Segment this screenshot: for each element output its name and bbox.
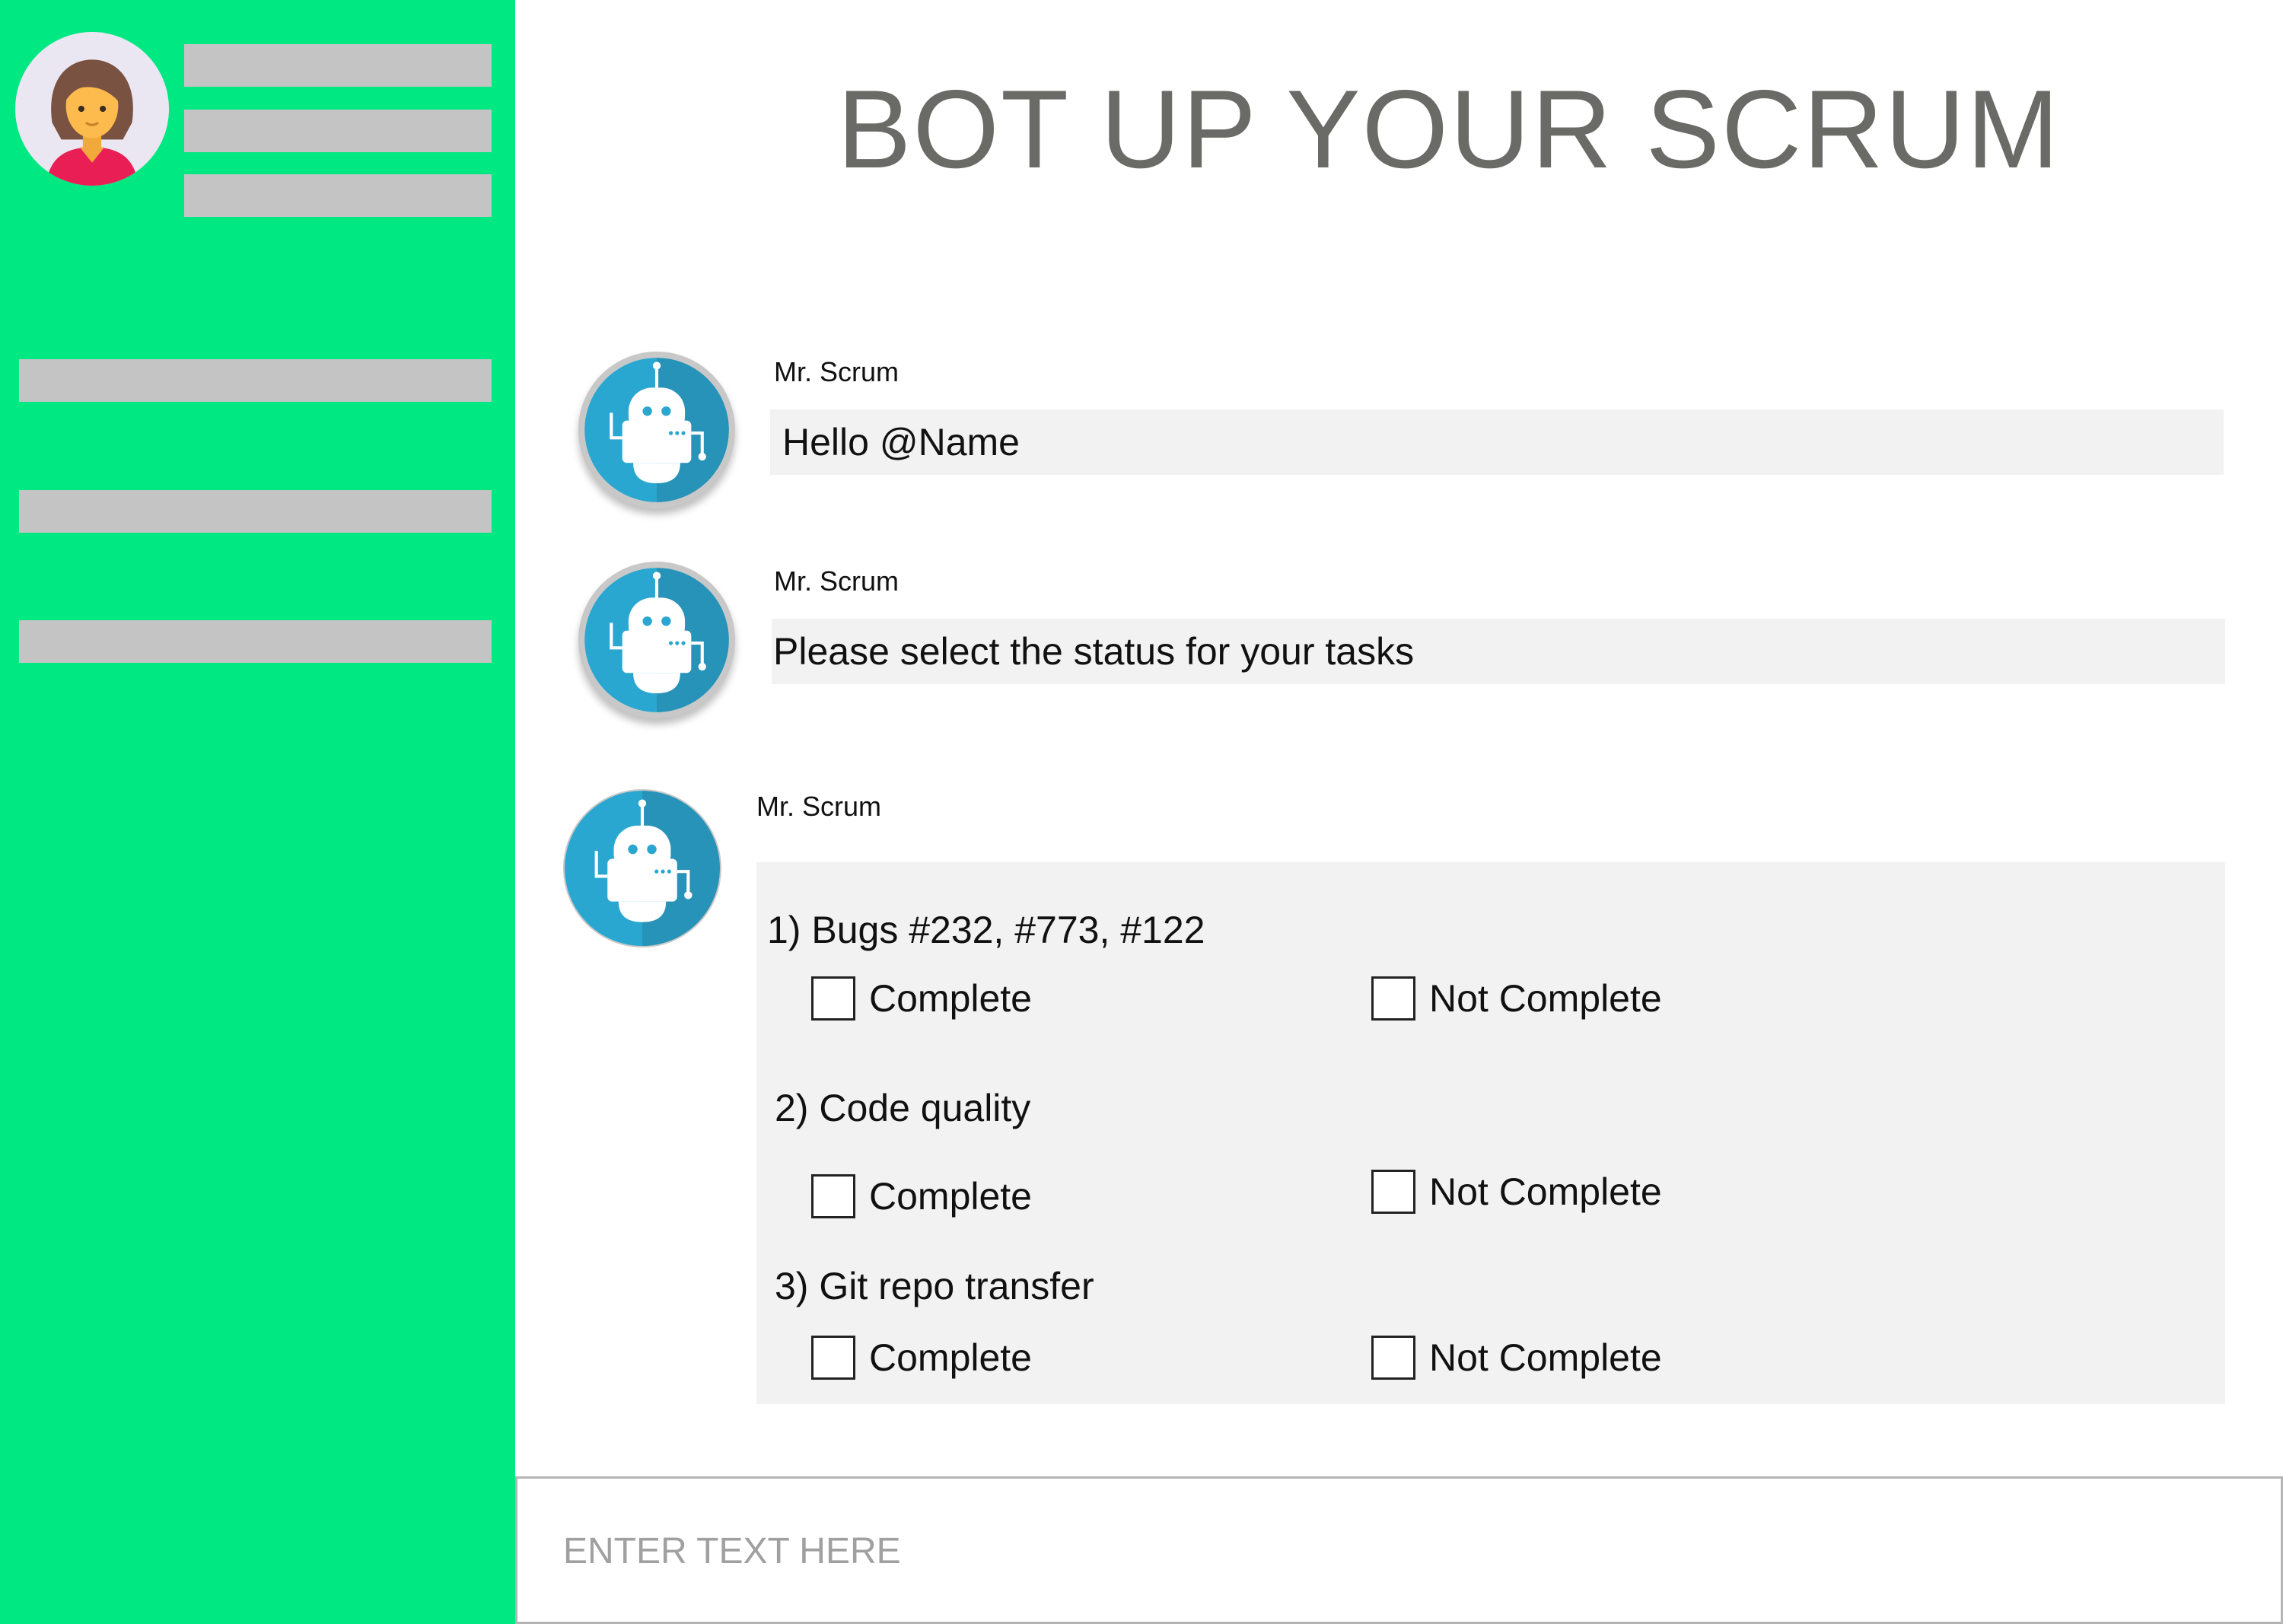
message-sender: Mr. Scrum (774, 565, 900, 597)
profile-placeholder-line (184, 44, 492, 87)
task-3-complete-option[interactable]: Complete (811, 1336, 1032, 1380)
robot-icon (563, 789, 721, 947)
checkbox[interactable] (811, 976, 855, 1021)
sidebar (0, 0, 515, 1624)
option-label: Not Complete (1429, 1170, 1662, 1213)
task-2-not-complete-option[interactable]: Not Complete (1371, 1170, 1662, 1214)
task-status-card: 1) Bugs #232, #773, #122 Complete Not Co… (756, 862, 2225, 1404)
task-2-complete-option[interactable]: Complete (811, 1174, 1032, 1218)
checkbox[interactable] (811, 1336, 855, 1380)
option-label: Complete (869, 1175, 1032, 1218)
profile-placeholder-line (184, 110, 492, 152)
woman-avatar-icon[interactable] (15, 32, 169, 186)
checkbox[interactable] (1371, 976, 1415, 1021)
robot-icon (578, 562, 735, 718)
checkbox[interactable] (1371, 1170, 1415, 1214)
page-title: BOT UP YOUR SCRUM (837, 67, 2061, 191)
message-bubble: Please select the status for your tasks (772, 619, 2225, 684)
task-1-not-complete-option[interactable]: Not Complete (1371, 976, 1662, 1021)
profile-placeholder-line (184, 174, 492, 217)
message-bubble: Hello @Name (770, 409, 2224, 475)
sidebar-nav-item[interactable] (19, 359, 492, 402)
option-label: Complete (869, 977, 1032, 1020)
checkbox[interactable] (1371, 1336, 1415, 1380)
message-sender: Mr. Scrum (756, 791, 882, 822)
option-label: Not Complete (1429, 977, 1662, 1020)
task-title: 2) Code quality (775, 1087, 1031, 1129)
message-sender: Mr. Scrum (774, 356, 900, 387)
sidebar-nav-item[interactable] (19, 490, 492, 533)
robot-icon (578, 352, 735, 508)
sidebar-nav-item[interactable] (19, 620, 492, 663)
message-input[interactable] (563, 1517, 2161, 1585)
task-title: 3) Git repo transfer (775, 1265, 1094, 1307)
option-label: Complete (869, 1336, 1032, 1379)
task-1-complete-option[interactable]: Complete (811, 976, 1032, 1021)
task-3-not-complete-option[interactable]: Not Complete (1371, 1336, 1662, 1380)
message-composer (515, 1476, 2283, 1624)
checkbox[interactable] (811, 1174, 855, 1218)
task-title: 1) Bugs #232, #773, #122 (767, 909, 1205, 951)
option-label: Not Complete (1429, 1336, 1662, 1379)
